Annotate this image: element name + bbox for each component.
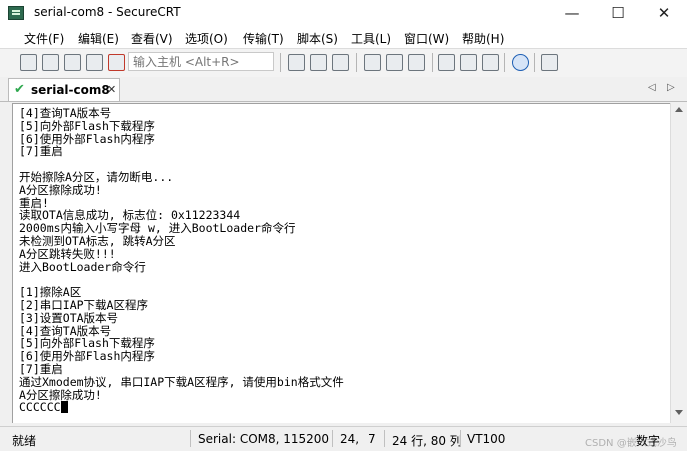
menu-edit[interactable]: 编辑(E): [78, 30, 119, 47]
tab-close-icon[interactable]: ✕: [107, 83, 116, 96]
toolbar-separator: [504, 53, 505, 72]
quick-connect-icon[interactable]: [42, 54, 59, 71]
print-icon[interactable]: [364, 54, 381, 71]
menu-transfer[interactable]: 传输(T): [243, 30, 284, 47]
status-separator: [460, 430, 461, 447]
tab-serial-com8[interactable]: ✔ serial-com8 ✕: [8, 78, 120, 101]
terminal-line: CCCCCC: [19, 400, 61, 415]
status-numlock: 数字: [636, 434, 661, 448]
scroll-up-icon[interactable]: [675, 107, 683, 112]
print-selection-icon[interactable]: [386, 54, 403, 71]
window-title: serial-com8 - SecureCRT: [34, 5, 181, 19]
toolbar-separator: [534, 53, 535, 72]
menu-script[interactable]: 脚本(S): [297, 30, 338, 47]
tab-scroll-right-icon[interactable]: ▷: [667, 82, 675, 93]
minimize-button[interactable]: —: [549, 0, 595, 26]
global-options-icon[interactable]: [460, 54, 477, 71]
terminal-output: [4]查询TA版本号 [5]向外部Flash下载程序 [6]使用外部Flash内…: [13, 104, 670, 414]
menu-window[interactable]: 窗口(W): [404, 30, 449, 47]
status-separator: [332, 430, 333, 447]
find-icon[interactable]: [332, 54, 349, 71]
scroll-down-icon[interactable]: [675, 410, 683, 415]
connect-tab-icon[interactable]: [64, 54, 81, 71]
toolbar-separator: [280, 53, 281, 72]
menu-view[interactable]: 查看(V): [131, 30, 173, 47]
title-bar: serial-com8 - SecureCRT — ☐ ✕: [0, 0, 687, 26]
status-size: 24 行, 80 列: [392, 434, 462, 448]
terminal-view[interactable]: [4]查询TA版本号 [5]向外部Flash下载程序 [6]使用外部Flash内…: [12, 103, 670, 423]
status-emulation: VT100: [467, 432, 506, 446]
menu-file[interactable]: 文件(F): [24, 30, 64, 47]
status-connection: Serial: COM8, 115200: [198, 432, 330, 446]
toolbar-separator: [356, 53, 357, 72]
status-separator: [384, 430, 385, 447]
screen-icon[interactable]: [541, 54, 558, 71]
vertical-scrollbar[interactable]: [670, 103, 687, 423]
connect-icon[interactable]: [20, 54, 37, 71]
menu-bar: 文件(F) 编辑(E) 查看(V) 选项(O) 传输(T) 脚本(S) 工具(L…: [0, 26, 687, 48]
tab-scroll-left-icon[interactable]: ◁: [648, 82, 656, 93]
host-input[interactable]: [128, 52, 274, 71]
print-setup-icon[interactable]: [408, 54, 425, 71]
session-tab-bar: ✔ serial-com8 ✕ ◁ ▷: [0, 78, 687, 102]
terminal-line: 进入BootLoader命令行: [19, 259, 146, 274]
status-separator: [190, 430, 191, 447]
terminal-line: [7]重启: [19, 144, 63, 159]
tab-label: serial-com8: [31, 83, 110, 97]
toolbar: [0, 48, 687, 77]
connected-check-icon: ✔: [14, 82, 25, 97]
close-button[interactable]: ✕: [641, 0, 687, 26]
menu-help[interactable]: 帮助(H): [462, 30, 504, 47]
menu-options[interactable]: 选项(O): [185, 30, 228, 47]
session-options-icon[interactable]: [438, 54, 455, 71]
terminal-cursor: [60, 401, 68, 414]
status-ready: 就绪: [12, 434, 37, 448]
maximize-button[interactable]: ☐: [595, 0, 641, 26]
status-cursor-row: 24,: [340, 432, 360, 446]
csdn-watermark: CSDN @嵌入式沙鸟: [585, 438, 677, 449]
toolbar-separator: [432, 53, 433, 72]
disconnect-icon[interactable]: [108, 54, 125, 71]
help-icon[interactable]: [512, 54, 529, 71]
copy-icon[interactable]: [288, 54, 305, 71]
menu-tools[interactable]: 工具(L): [351, 30, 391, 47]
keymap-icon[interactable]: [482, 54, 499, 71]
status-bar: 就绪 Serial: COM8, 115200 24, 7 24 行, 80 列…: [0, 426, 687, 451]
reconnect-icon[interactable]: [86, 54, 103, 71]
paste-icon[interactable]: [310, 54, 327, 71]
status-cursor-col: 7: [368, 432, 376, 446]
securecrt-app-icon: [8, 6, 24, 20]
